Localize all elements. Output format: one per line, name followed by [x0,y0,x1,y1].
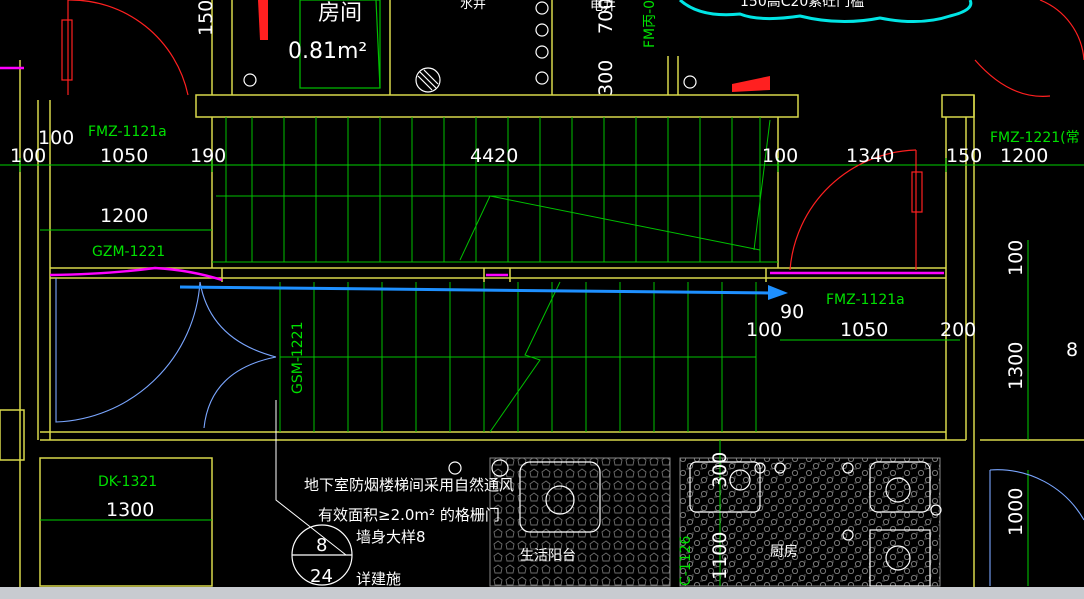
note-line-1: 地下室防烟楼梯间采用自然通风 [304,476,514,494]
stair-treads-upper [212,117,778,263]
dim-700: 700 [595,0,617,34]
dim-100-d: 100 [746,319,782,341]
note-line-3: 墙身大样8 [356,528,426,546]
balcony-label: 生活阳台 [520,548,576,564]
door-swings [61,0,1084,271]
dim-200: 200 [940,319,976,341]
flow-arrow-line [179,285,771,295]
dim-100-c: 100 [762,145,798,167]
dk-label: DK-1321 [98,474,157,490]
dim-90: 90 [780,301,804,323]
dim-1050-a: 1050 [100,145,148,167]
balcony-hatch-area [489,457,671,587]
dim-1100: 1100 [709,532,731,580]
detail-sheet: 24 [310,566,333,587]
bottom-toolbar-strip [0,587,1084,599]
room-area: 0.81m² [288,39,367,64]
dim-300-bottom: 300 [709,452,731,488]
dim-1050-b: 1050 [840,319,888,341]
note-line-2: 有效面积≥2.0m² 的格栅门 [318,506,500,524]
dim-150: 150 [946,145,982,167]
fm-bing-label: FM丙-0 [642,0,658,48]
dim-1000: 1000 [1005,488,1027,536]
dim-1500: 1500 [195,0,217,36]
shaft-label: 水井 [460,0,486,12]
stair-treads-lower [279,281,757,433]
dim-1300-v: 1300 [1005,342,1027,390]
door-threshold-marker [732,76,770,92]
dim-1300-h: 1300 [106,499,154,521]
cad-drawing-canvas[interactable]: 房间 0.81m² 水井 电井 150高C20素砼门槛 FMZ-1121a FM… [0,0,1084,599]
note-line-4: 详建施 [356,570,401,588]
kitchen-label: 厨房 [770,544,798,560]
flow-arrow-head [768,285,788,300]
dim-1200-b: 1200 [100,205,148,227]
gzm-label: GZM-1221 [92,244,165,260]
dim-190: 190 [190,145,226,167]
fm-label-top-right: FMZ-1221(常 [990,130,1080,146]
detail-number: 8 [316,535,327,556]
dim-300-top: 300 [595,60,617,96]
dim-1340: 1340 [846,145,894,167]
fm-label-mid: FMZ-1121a [826,292,905,308]
dim-8: 8 [1066,339,1078,361]
dim-100-b: 100 [10,145,46,167]
gsm-label: GSM-1221 [290,322,306,395]
pipe-marker [258,0,268,40]
dim-4420: 4420 [470,145,518,167]
c1126-label: C-1126 [678,535,694,586]
dim-1200-a: 1200 [1000,145,1048,167]
fm-label-top-left: FMZ-1121a [88,124,167,140]
top-note: 150高C20素砼门槛 [740,0,864,10]
room-label: 房间 [318,1,362,26]
dim-100-e: 100 [1005,240,1027,276]
